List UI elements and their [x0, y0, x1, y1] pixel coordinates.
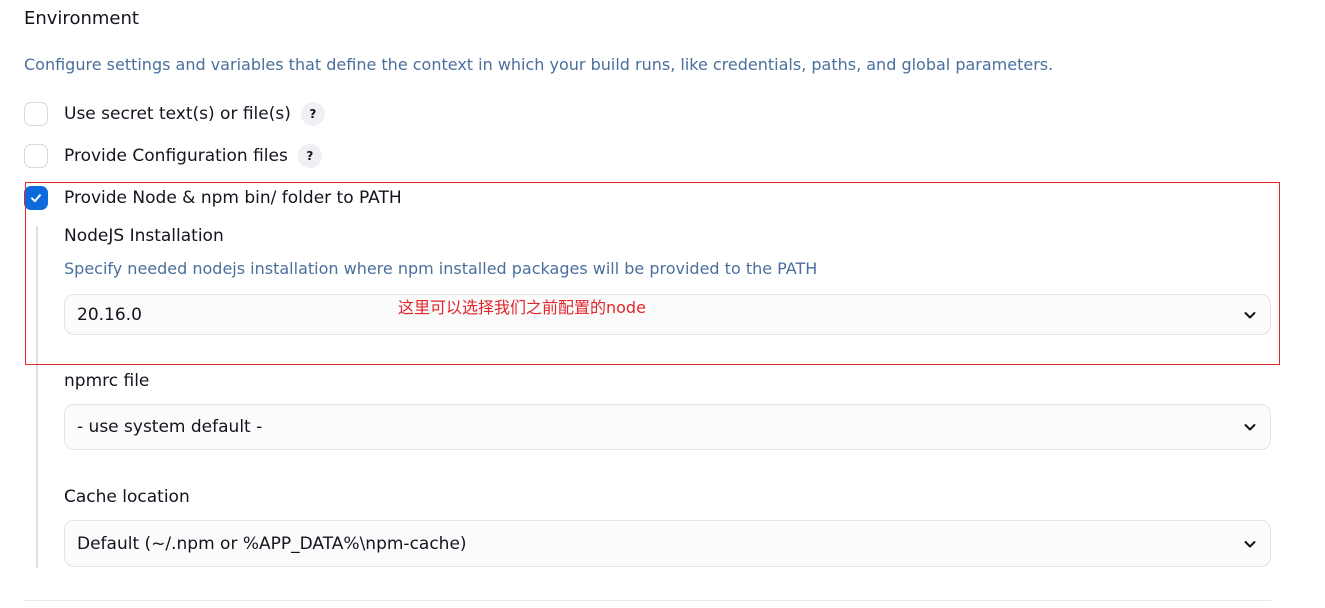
option-config-files: Provide Configuration files ? [24, 142, 322, 170]
option-node-path: Provide Node & npm bin/ folder to PATH [24, 184, 402, 212]
annotation-text: 这里可以选择我们之前配置的node [398, 298, 646, 317]
npmrc-file-select[interactable]: - use system default - [64, 404, 1271, 450]
config-files-checkbox[interactable] [24, 144, 48, 168]
help-icon[interactable]: ? [297, 144, 322, 168]
chevron-down-icon [1242, 536, 1258, 552]
nodejs-installation-label: NodeJS Installation [64, 226, 224, 246]
npmrc-file-value: - use system default - [77, 417, 263, 437]
section-title: Environment [24, 8, 139, 29]
config-files-checkbox-label[interactable]: Provide Configuration files [64, 146, 288, 166]
nodejs-installation-select[interactable]: 20.16.0 [64, 294, 1271, 335]
option-use-secret: Use secret text(s) or file(s) ? [24, 100, 325, 128]
cache-location-select[interactable]: Default (~/.npm or %APP_DATA%\npm-cache) [64, 520, 1271, 567]
section-bottom-divider [24, 600, 1271, 601]
nodejs-installation-value: 20.16.0 [77, 304, 142, 325]
secret-checkbox[interactable] [24, 102, 48, 126]
node-path-checkbox[interactable] [24, 186, 48, 210]
nested-divider [36, 226, 38, 568]
section-description: Configure settings and variables that de… [24, 55, 1054, 74]
node-path-checkbox-label[interactable]: Provide Node & npm bin/ folder to PATH [64, 188, 402, 208]
chevron-down-icon [1242, 307, 1258, 323]
chevron-down-icon [1242, 419, 1258, 435]
cache-location-value: Default (~/.npm or %APP_DATA%\npm-cache) [77, 533, 467, 554]
check-icon [31, 194, 41, 203]
help-icon[interactable]: ? [300, 102, 325, 126]
secret-checkbox-label[interactable]: Use secret text(s) or file(s) [64, 104, 291, 124]
nodejs-installation-description: Specify needed nodejs installation where… [64, 259, 818, 278]
npmrc-file-label: npmrc file [64, 371, 150, 391]
cache-location-label: Cache location [64, 487, 190, 507]
